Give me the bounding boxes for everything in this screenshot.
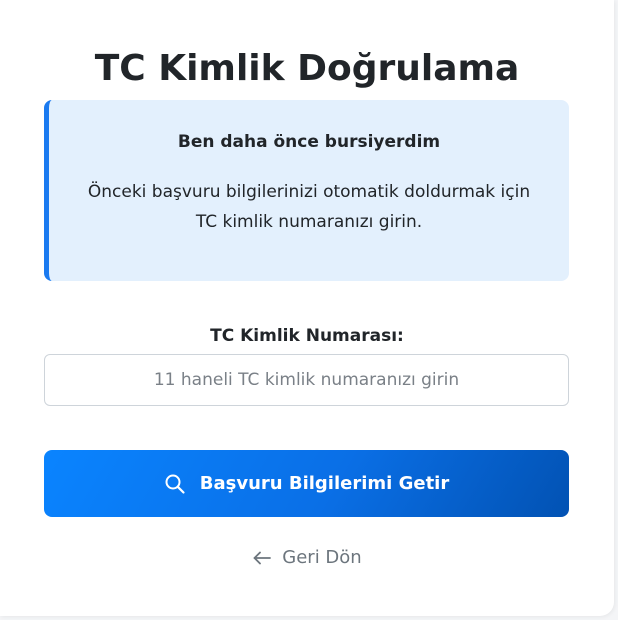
verification-card: TC Kimlik Doğrulama Ben daha önce bursiy… bbox=[0, 0, 614, 616]
page-title: TC Kimlik Doğrulama bbox=[94, 48, 520, 89]
fetch-application-label: Başvuru Bilgilerimi Getir bbox=[199, 473, 450, 494]
info-text-line-1: Önceki başvuru bilgilerinizi otomatik do… bbox=[87, 182, 531, 202]
tc-label: TC Kimlik Numarası: bbox=[210, 326, 404, 346]
info-text: Önceki başvuru bilgilerinizi otomatik do… bbox=[69, 177, 549, 237]
tc-input[interactable] bbox=[44, 354, 569, 406]
info-text-line-2: TC kimlik numaranızı girin. bbox=[195, 212, 423, 232]
info-box: Ben daha önce bursiyerdim Önceki başvuru… bbox=[44, 100, 569, 281]
info-heading: Ben daha önce bursiyerdim bbox=[177, 132, 441, 152]
back-link[interactable]: Geri Dön bbox=[0, 544, 614, 572]
search-icon bbox=[164, 473, 186, 495]
arrow-left-icon bbox=[252, 548, 272, 568]
fetch-application-button[interactable]: Başvuru Bilgilerimi Getir bbox=[44, 450, 569, 517]
back-label: Geri Dön bbox=[282, 547, 362, 568]
